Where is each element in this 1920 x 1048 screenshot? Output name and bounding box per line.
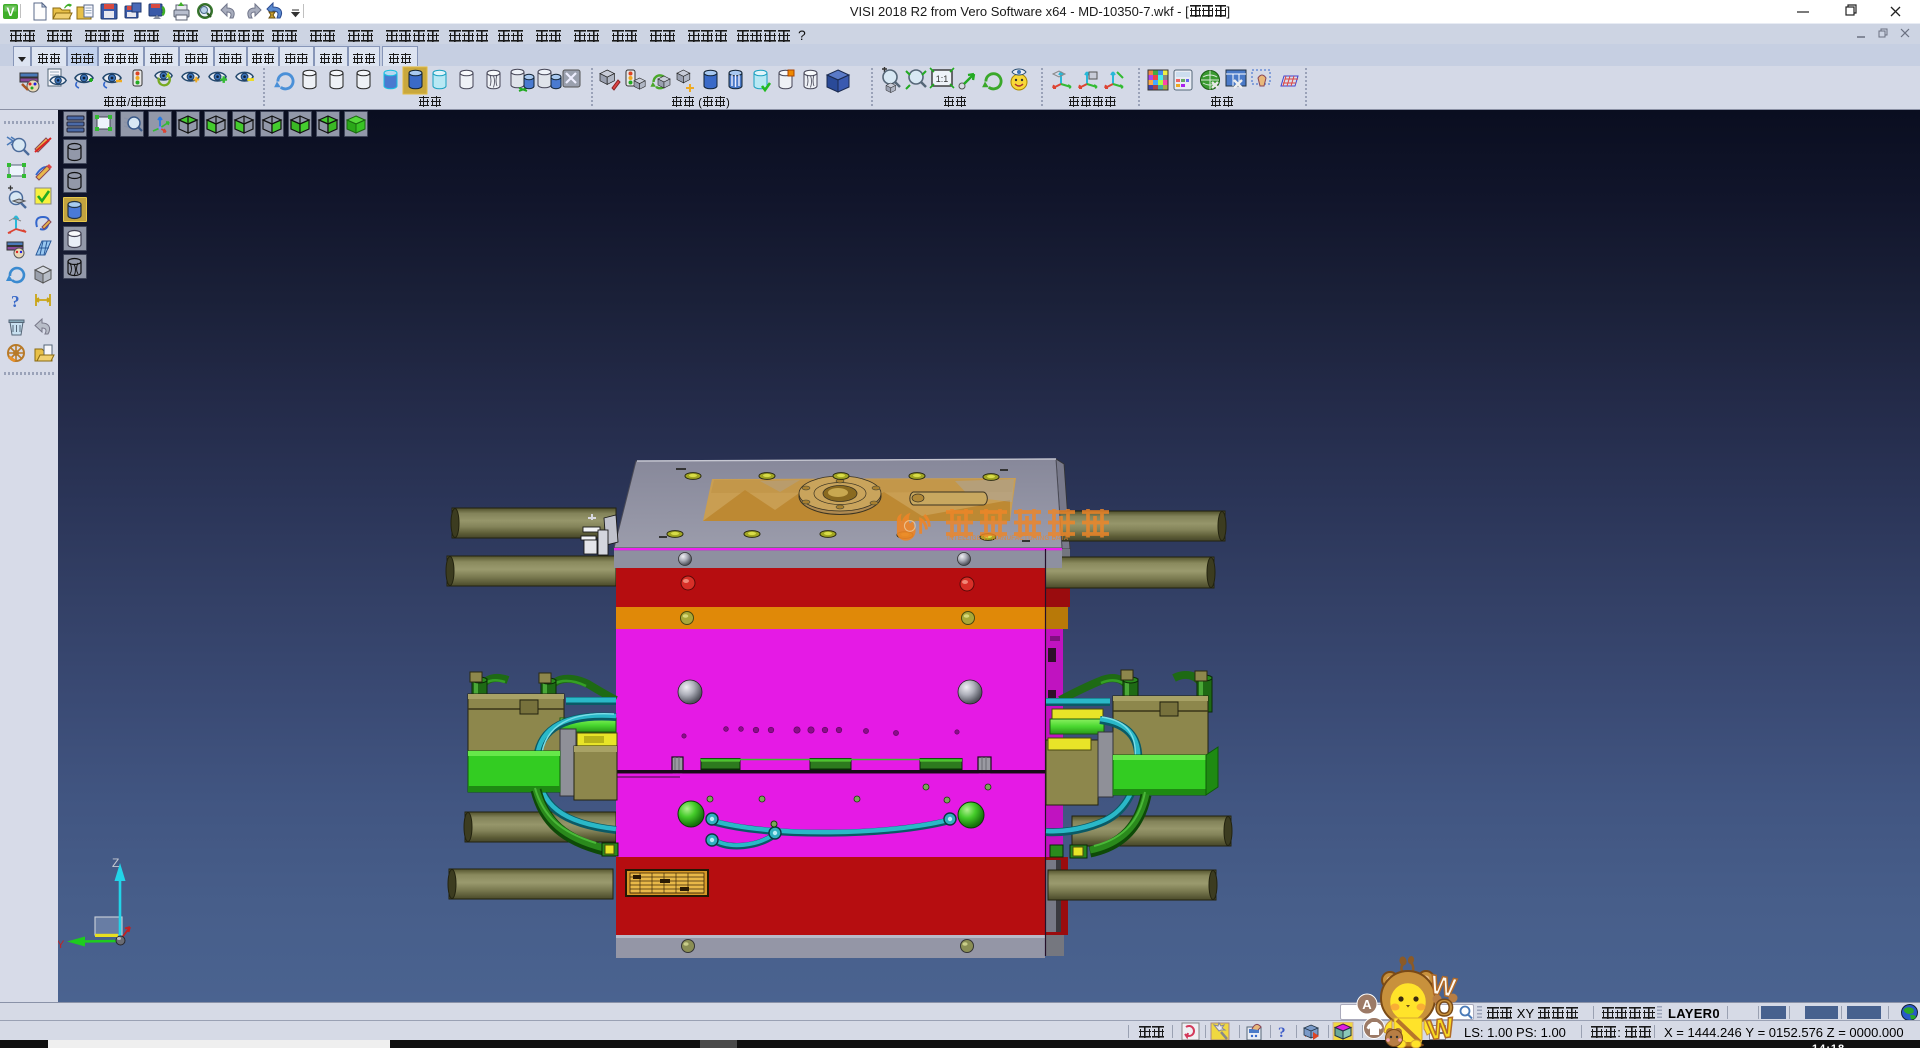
svg-text:?: ? [11, 292, 20, 311]
svg-text:INTELLIGENT MANUFACTURING DATA: INTELLIGENT MANUFACTURING DATA [947, 536, 1068, 542]
svg-text:A: A [1362, 997, 1372, 1012]
svg-text:Z: Z [112, 856, 119, 870]
svg-text:1:1: 1:1 [936, 74, 949, 84]
svg-text:?: ? [1278, 1025, 1286, 1041]
svg-text:W: W [1426, 1011, 1457, 1045]
svg-text:Y: Y [58, 939, 65, 951]
